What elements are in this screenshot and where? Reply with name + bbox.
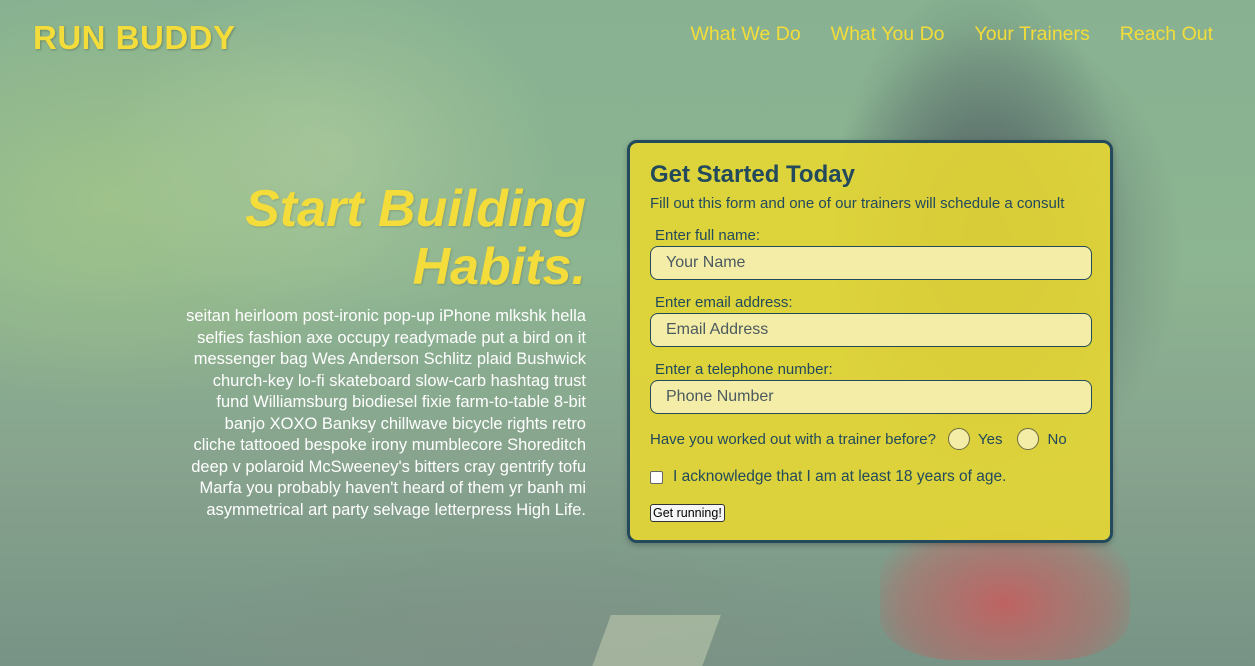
no-radio[interactable] xyxy=(1017,428,1040,450)
nav-what-we-do[interactable]: What We Do xyxy=(690,23,800,46)
trainer-question-label: Have you worked out with a trainer befor… xyxy=(650,430,936,448)
get-running-button[interactable]: Get running! xyxy=(650,504,725,522)
hero-body-text: seitan heirloom post-ironic pop-up iPhon… xyxy=(186,307,586,519)
name-label: Enter full name: xyxy=(655,227,761,244)
phone-input[interactable] xyxy=(650,380,1092,414)
nav-what-you-do[interactable]: What You Do xyxy=(831,23,945,46)
nav-your-trainers[interactable]: Your Trainers xyxy=(975,23,1090,46)
age-ack-checkbox[interactable] xyxy=(650,470,663,484)
no-radio-label: No xyxy=(1047,430,1067,448)
hero-heading-line2: Habits. xyxy=(412,238,586,296)
site-header: RUN BUDDY What We Do What You Do Your Tr… xyxy=(0,0,1255,80)
form-subtitle: Fill out this form and one of our traine… xyxy=(650,195,1065,212)
name-input[interactable] xyxy=(650,246,1092,280)
phone-label: Enter a telephone number: xyxy=(655,361,833,378)
hero-heading-line1: Start Building xyxy=(245,180,586,238)
email-label: Enter email address: xyxy=(655,294,793,311)
yes-radio[interactable] xyxy=(948,428,970,450)
site-logo[interactable]: RUN BUDDY xyxy=(33,19,236,57)
main-nav: What We Do What You Do Your Trainers Rea… xyxy=(690,23,1213,46)
form-title: Get Started Today xyxy=(650,161,855,188)
nav-reach-out[interactable]: Reach Out xyxy=(1120,23,1213,46)
hero-heading: Start Building Habits. xyxy=(180,180,586,296)
age-ack-row: I acknowledge that I am at least 18 year… xyxy=(650,468,1090,486)
email-input[interactable] xyxy=(650,313,1092,347)
yes-radio-label: Yes xyxy=(978,430,1003,448)
trainer-question-row: Have you worked out with a trainer befor… xyxy=(650,428,1090,450)
get-started-form: Get Started Today Fill out this form and… xyxy=(627,140,1113,543)
age-ack-label: I acknowledge that I am at least 18 year… xyxy=(673,468,1007,485)
hero-intro: Start Building Habits. seitan heirloom p… xyxy=(180,180,586,521)
